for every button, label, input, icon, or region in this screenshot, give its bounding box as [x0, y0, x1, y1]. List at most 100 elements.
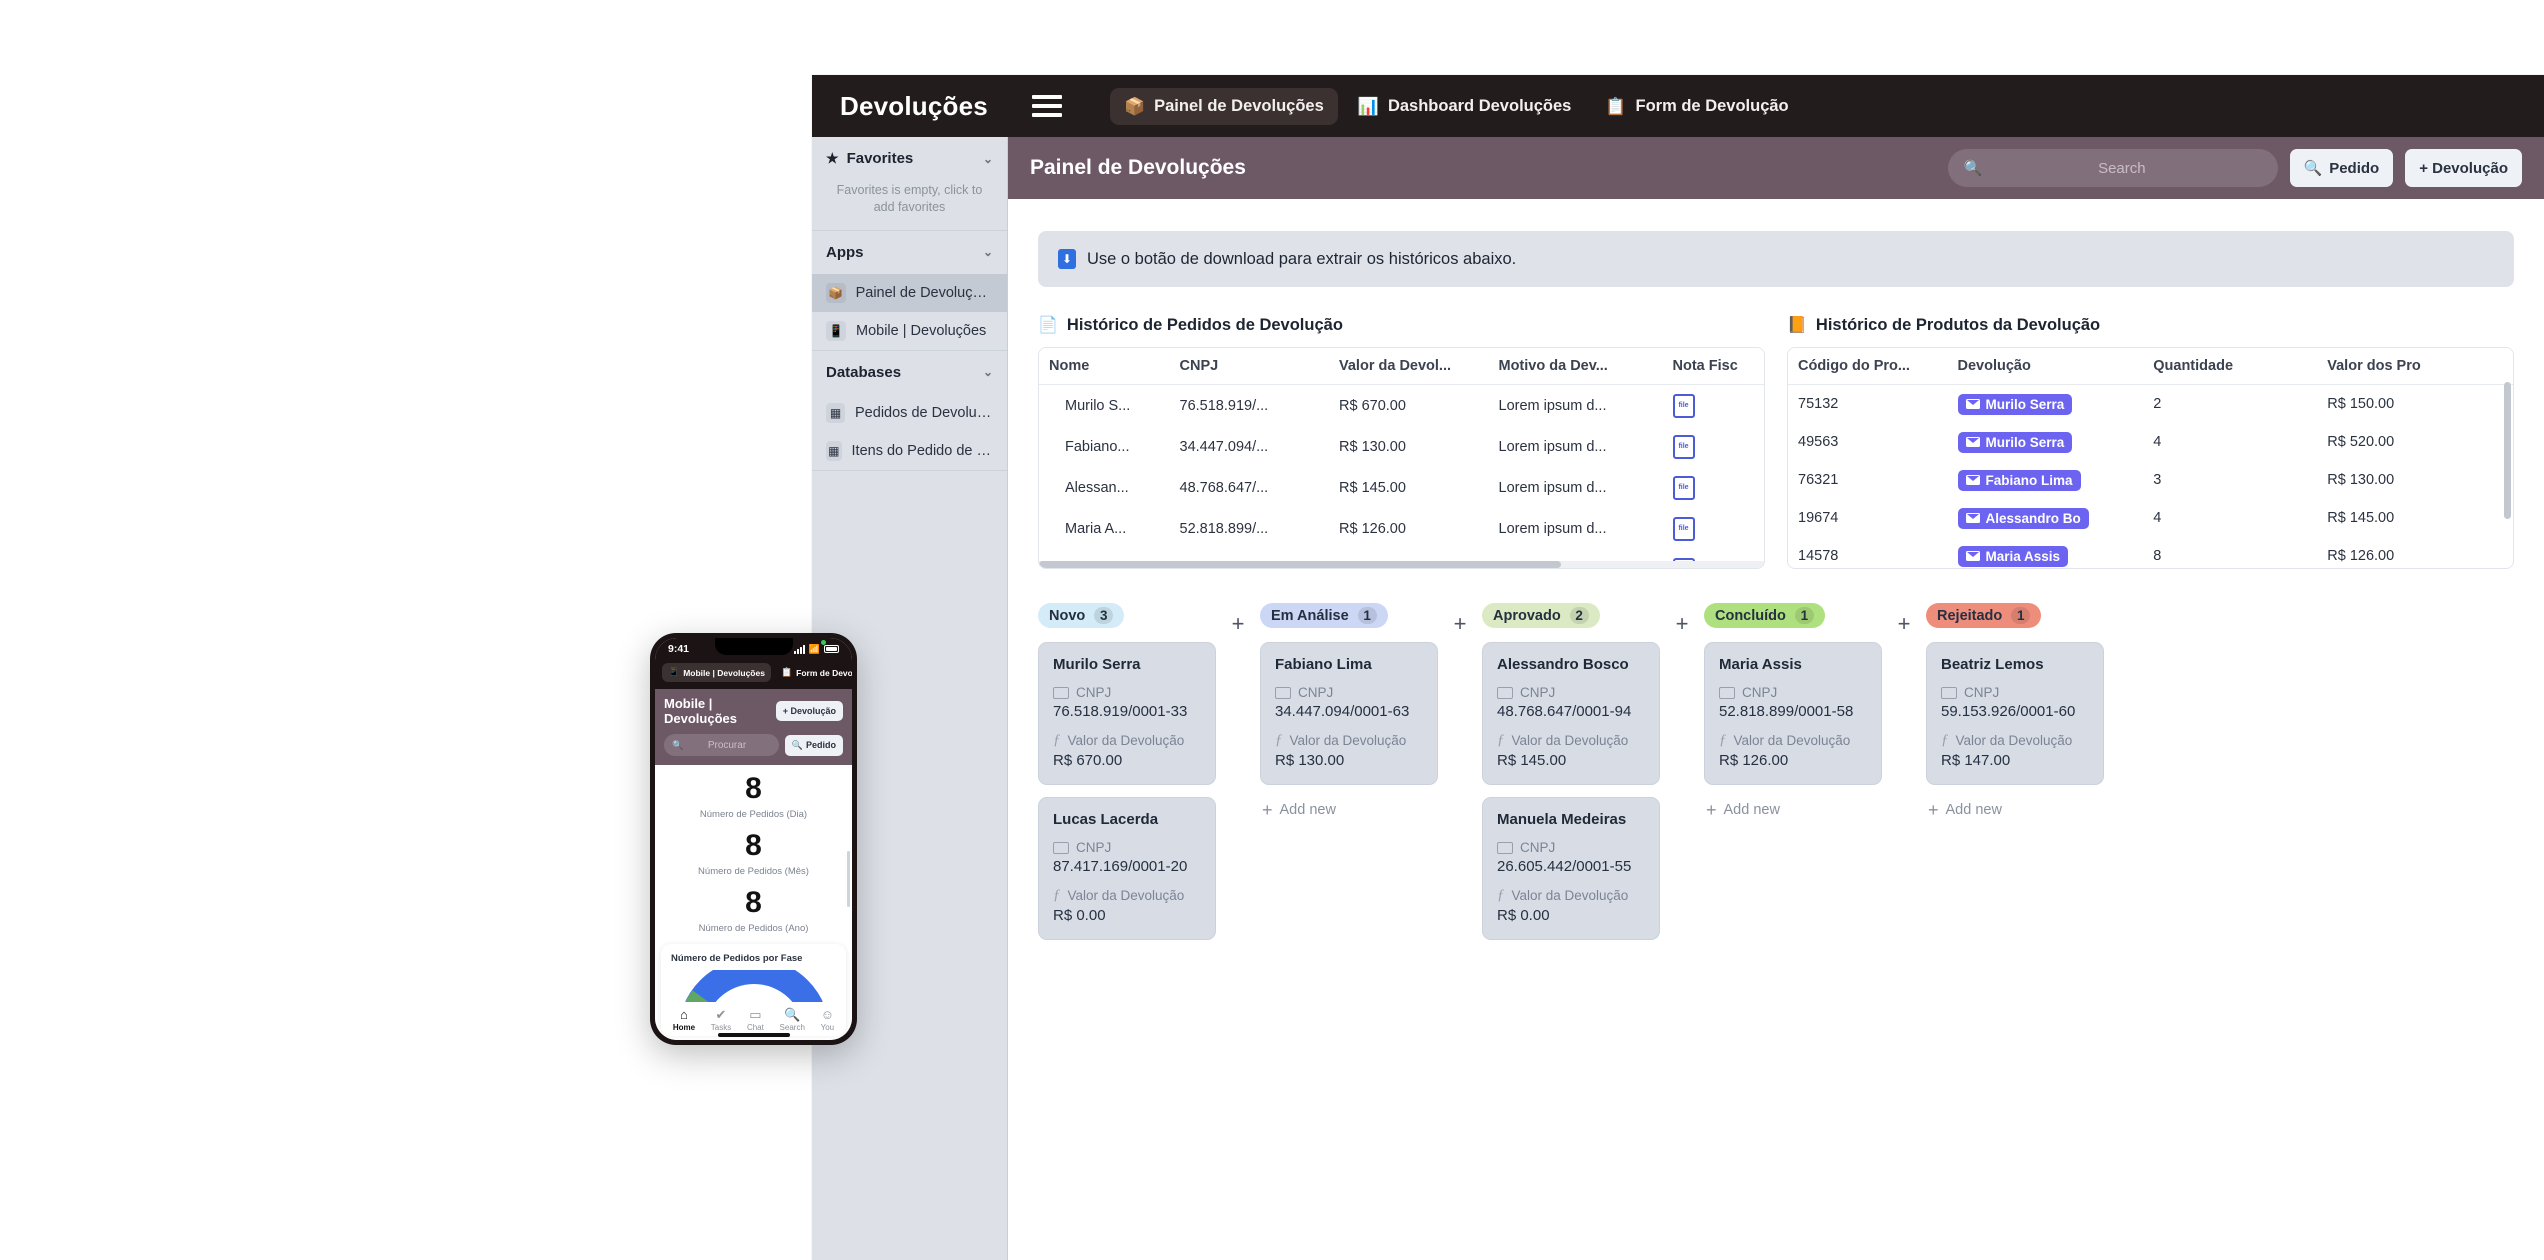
tab-dashboard-devolucoes[interactable]: 📊 Dashboard Devoluções	[1344, 88, 1586, 125]
add-devolucao-button[interactable]: + Devolução	[2405, 149, 2522, 187]
kanban-card-field-valor: ƒ Valor da Devolução	[1053, 732, 1201, 749]
kanban-add-new-button[interactable]: + Add new	[1704, 797, 1882, 823]
relation-chip-label: Murilo Serra	[1985, 434, 2065, 450]
sidebar-item-painel-de-devolucoes[interactable]: 📦 Painel de Devoluções	[812, 273, 1007, 312]
phone-stat-label: Número de Pedidos (Mês)	[698, 866, 809, 877]
kanban-card-field-valor: ƒ Valor da Devolução	[1497, 887, 1645, 904]
kanban-card-cnpj-value: 34.447.094/0001-63	[1275, 703, 1410, 720]
kanban-add-column-button[interactable]: +	[1216, 603, 1260, 637]
kanban-card[interactable]: Alessandro Bosco CNPJ 48.768.647/0001-94 ƒ V…	[1482, 642, 1660, 785]
file-icon[interactable]: file	[1672, 516, 1695, 541]
phone-nav-item-search[interactable]: 🔍 Search	[780, 1008, 805, 1032]
phone-search-box[interactable]: 🔍 Procurar	[664, 734, 779, 756]
kanban-add-column-button[interactable]: +	[1438, 603, 1482, 637]
relation-chip[interactable]: Maria Assis	[1957, 545, 2069, 567]
phone-nav-item-you[interactable]: ☺ You	[821, 1008, 835, 1032]
table-cell: Lorem ipsum d...	[1498, 520, 1607, 537]
kanban-add-new-button[interactable]: + Add new	[1926, 797, 2104, 823]
table-row[interactable]: Murilo S... 76.518.919/... R$ 670.00 Lorem …	[1039, 385, 1764, 427]
phone-nav-item-chat[interactable]: ▭ Chat	[747, 1008, 764, 1032]
sidebar-apps-header[interactable]: Apps ⌄	[812, 231, 1007, 274]
kanban-column-header[interactable]: Em Análise 1	[1260, 603, 1388, 628]
kanban-card[interactable]: Lucas Lacerda CNPJ 87.417.169/0001-20 ƒ Valo…	[1038, 797, 1216, 940]
table-row[interactable]: 76321 Fabiano Lima 3 R$ 130.00	[1788, 461, 2513, 499]
kanban-column-header[interactable]: Concluído 1	[1704, 603, 1825, 628]
phone-add-devolucao-button[interactable]: + Devolução	[775, 701, 843, 721]
search-icon: 🔍	[791, 739, 803, 750]
file-icon[interactable]: file	[1672, 475, 1695, 500]
chevron-down-icon[interactable]: ⌄	[983, 245, 993, 259]
kanban-add-column-button[interactable]: +	[1660, 603, 1704, 637]
phone-body: 8 Número de Pedidos (Dia) 8 Número de Pedid…	[655, 765, 852, 1040]
column-header[interactable]: Motivo da Dev...	[1488, 348, 1663, 385]
sidebar-item-itens-do-pedido[interactable]: ▦ Itens do Pedido de Devolu...	[812, 432, 1007, 470]
phone-nav-item-home[interactable]: ⌂ Home	[673, 1008, 695, 1032]
file-icon[interactable]: file	[1672, 434, 1695, 459]
column-header[interactable]: Valor da Devol...	[1329, 348, 1489, 385]
sidebar-favorites-header[interactable]: ★ Favorites ⌄	[812, 137, 1007, 180]
column-header[interactable]: CNPJ	[1169, 348, 1329, 385]
kanban-column-header[interactable]: Novo 3	[1038, 603, 1125, 628]
table-row[interactable]: Alessan... 48.768.647/... R$ 145.00 Lorem i…	[1039, 467, 1764, 508]
relation-chip[interactable]: Alessandro Bo	[1957, 507, 2089, 529]
relation-chip[interactable]: Fabiano Lima	[1957, 469, 2081, 491]
table-cell: Maria A...	[1065, 520, 1127, 537]
table-row[interactable]: 75132 Murilo Serra 2 R$ 150.00	[1788, 385, 2513, 424]
kanban-card[interactable]: Fabiano Lima CNPJ 34.447.094/0001-63 ƒ Valor…	[1260, 642, 1438, 785]
relation-chip[interactable]: Murilo Serra	[1957, 393, 2073, 415]
table-row[interactable]: Fabiano... 34.447.094/... R$ 130.00 Lorem i…	[1039, 426, 1764, 467]
phone-pedido-button[interactable]: 🔍 Pedido	[784, 734, 843, 756]
kanban-card[interactable]: Beatriz Lemos CNPJ 59.153.926/0001-60 ƒ Valo…	[1926, 642, 2104, 785]
table-row[interactable]: 19674 Alessandro Bo 4 R$ 145.00	[1788, 499, 2513, 537]
relation-chip[interactable]: Murilo Serra	[1957, 431, 2073, 453]
package-icon: 📦	[1123, 96, 1146, 116]
sidebar-section-label: Apps	[826, 243, 864, 261]
kanban-column-count: 1	[2011, 607, 2031, 624]
horizontal-scrollbar[interactable]	[1039, 561, 1764, 568]
kanban-card[interactable]: Manuela Medeiras CNPJ 26.605.442/0001-55 ƒ V…	[1482, 797, 1660, 940]
chevron-down-icon[interactable]: ⌄	[983, 152, 993, 166]
info-banner-text: Use o botão de download para extrair os …	[1087, 249, 1517, 268]
pedido-button[interactable]: 🔍 Pedido	[2289, 149, 2394, 187]
search-box[interactable]: 🔍	[1947, 149, 2278, 187]
sidebar-item-mobile-devolucoes[interactable]: 📱 Mobile | Devoluções	[812, 312, 1007, 350]
phone-nav-item-tasks[interactable]: ✔ Tasks	[711, 1008, 731, 1032]
table-row[interactable]: Maria A... 52.818.899/... R$ 126.00 Lorem i…	[1039, 508, 1764, 549]
table-cell: 34.447.094/...	[1179, 438, 1269, 455]
phone-tab-mobile-devolucoes[interactable]: 📱 Mobile | Devoluções	[662, 663, 771, 682]
kanban-card-name: Murilo Serra	[1053, 656, 1141, 673]
kanban-column-header[interactable]: Aprovado 2	[1482, 603, 1600, 628]
envelope-icon	[1965, 437, 1980, 447]
battery-icon	[824, 645, 839, 653]
column-header[interactable]: Devolução	[1947, 348, 2144, 385]
tab-painel-de-devolucoes[interactable]: 📦 Painel de Devoluções	[1109, 87, 1338, 125]
sidebar-item-label: Pedidos de Devolução	[855, 404, 993, 421]
kanban-add-new-button[interactable]: + Add new	[1260, 797, 1438, 823]
column-header[interactable]: Código do Pro...	[1788, 348, 1948, 385]
column-header[interactable]: Nota Fisc	[1662, 348, 1764, 385]
kanban-column-header[interactable]: Rejeitado 1	[1926, 603, 2042, 628]
kanban-card-cnpj-value: 87.417.169/0001-20	[1053, 858, 1188, 875]
file-icon[interactable]: file	[1672, 393, 1695, 418]
kanban-add-column-button[interactable]: +	[1882, 603, 1926, 637]
column-header[interactable]: Quantidade	[2143, 348, 2318, 385]
search-input[interactable]	[1982, 159, 2262, 177]
chevron-down-icon[interactable]: ⌄	[983, 365, 993, 379]
kanban-card[interactable]: Murilo Serra CNPJ 76.518.919/0001-33 ƒ Valor…	[1038, 642, 1216, 785]
column-header[interactable]: Valor dos Pro	[2317, 348, 2513, 385]
sidebar-item-pedidos-de-devolucao[interactable]: ▦ Pedidos de Devolução	[812, 394, 1007, 432]
kanban-card-name: Alessandro Bosco	[1497, 656, 1629, 673]
hamburger-icon[interactable]	[1031, 95, 1062, 117]
table-row[interactable]: 49563 Murilo Serra 4 R$ 520.00	[1788, 423, 2513, 461]
phone-scrollbar[interactable]	[847, 851, 850, 907]
vertical-scrollbar[interactable]	[2504, 382, 2511, 558]
phone-tab-form-de-devolucao[interactable]: 📋 Form de Devolução	[775, 663, 852, 682]
kanban-card-field-valor: ƒ Valor da Devolução	[1053, 887, 1201, 904]
kanban-card-field-cnpj: CNPJ	[1275, 685, 1423, 700]
kanban-card[interactable]: Maria Assis CNPJ 52.818.899/0001-58 ƒ Valor …	[1704, 642, 1882, 785]
column-header[interactable]: Nome	[1039, 348, 1170, 385]
tab-form-de-devolucao[interactable]: 📋 Form de Devolução	[1591, 88, 1802, 125]
sidebar-databases-header[interactable]: Databases ⌄	[812, 351, 1007, 394]
table-row[interactable]: 14578 Maria Assis 8 R$ 126.00	[1788, 537, 2513, 568]
kanban-card-name: Manuela Medeiras	[1497, 811, 1627, 828]
